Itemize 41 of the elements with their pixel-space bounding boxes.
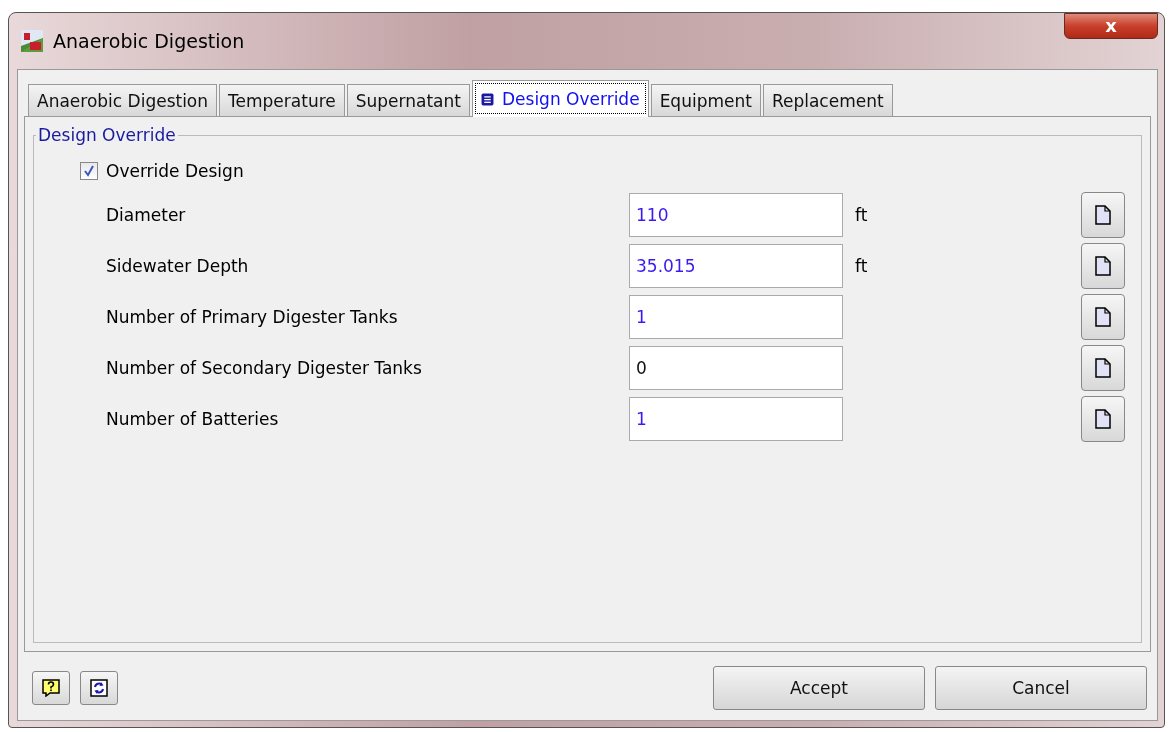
group-title: Design Override [37,125,177,145]
app-logo-icon [21,30,43,52]
unit-label: ft [855,256,868,276]
document-icon [1095,205,1111,225]
help-icon [42,679,60,697]
tab[interactable]: Equipment [650,84,761,116]
tab[interactable]: Replacement [762,84,893,116]
field-label: Sidewater Depth [106,256,250,276]
input-field[interactable]: 0 [629,346,843,390]
document-icon [1095,409,1111,429]
list-icon [480,92,494,106]
document-icon [1095,256,1111,276]
window-title: Anaerobic Digestion [53,30,246,52]
document-button[interactable] [1081,243,1125,289]
document-button[interactable] [1081,294,1125,340]
dialog-button[interactable]: Accept [713,666,925,710]
input-field[interactable]: 1 [629,397,843,441]
tab[interactable]: Design Override [471,80,649,117]
tab[interactable]: Temperature [219,84,345,116]
document-button[interactable] [1081,345,1125,391]
field-label: Number of Secondary Digester Tanks [106,358,423,378]
tab[interactable]: Anaerobic Digestion [28,84,218,116]
document-icon [1095,307,1111,327]
document-icon [1095,358,1111,378]
document-button[interactable] [1081,192,1125,238]
refresh-icon [90,679,108,697]
close-button[interactable]: x [1064,13,1158,39]
dialog-button[interactable]: Cancel [935,666,1147,710]
help-button[interactable] [32,671,70,705]
input-field[interactable]: 35.015 [629,244,843,288]
field-label: Diameter [106,205,187,225]
field-label: Number of Batteries [106,409,280,429]
tab[interactable]: Supernatant [346,84,470,116]
checkbox[interactable] [80,162,98,180]
checkbox-label: Override Design [106,161,244,181]
refresh-button[interactable] [80,671,118,705]
field-label: Number of Primary Digester Tanks [106,307,399,327]
input-field[interactable]: 110 [629,193,843,237]
unit-label: ft [855,205,868,225]
document-button[interactable] [1081,396,1125,442]
input-field[interactable]: 1 [629,295,843,339]
